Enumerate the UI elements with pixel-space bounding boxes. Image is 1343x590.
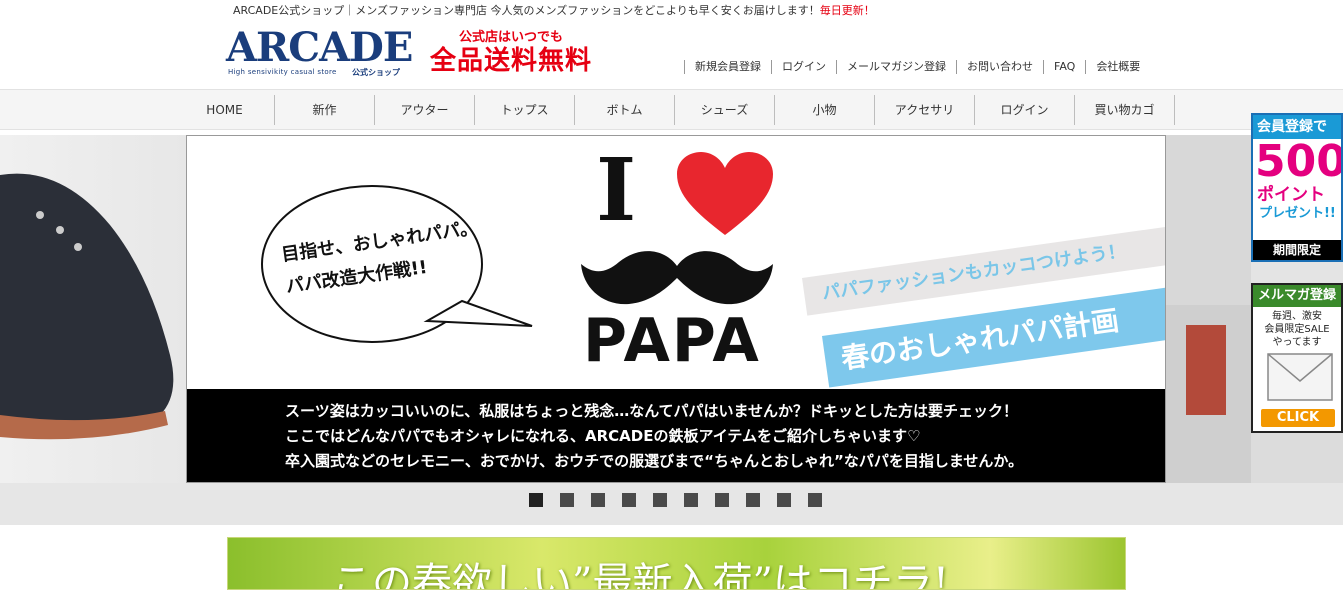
slider-dot[interactable] [622, 493, 636, 507]
newsletter-ad[interactable]: メルマガ登録 毎週、激安 会員限定SALE やってます CLICK [1251, 283, 1343, 433]
member-ad-points: 500 [1255, 136, 1343, 187]
banner-line1: スーツ姿はカッコいいのに、私服はちょっと残念…なんてパパはいませんか？ドキッとし… [285, 402, 1019, 420]
nav-accessories[interactable]: アクセサリ [875, 95, 975, 125]
nav-goods[interactable]: 小物 [775, 95, 875, 125]
slider-dot[interactable] [684, 493, 698, 507]
member-signup-ad[interactable]: 会員登録で 500 ポイント プレゼント!! 期間限定 [1251, 113, 1343, 262]
newsletter-ad-line1: 毎週、激安 [1272, 311, 1322, 322]
newsletter-ad-text: 毎週、激安 会員限定SALE やってます [1253, 307, 1341, 349]
tagline-update: 毎日更新！ [819, 4, 875, 17]
banner-line2: ここではどんなパパでもオシャレになれる、ARCADEの鉄板アイテムをご紹介しちゃ… [285, 427, 921, 445]
main-nav: HOME 新作 アウター トップス ボトム シューズ 小物 アクセサリ ログイン… [0, 89, 1343, 130]
link-login[interactable]: ログイン [771, 60, 836, 74]
slider-dot[interactable] [591, 493, 605, 507]
envelope-icon [1267, 353, 1333, 401]
slider-dot[interactable] [746, 493, 760, 507]
papa-text: PAPA [583, 306, 761, 376]
page: ARCADE公式ショップ｜メンズファッション専門店 今人気のメンズファッションを… [0, 0, 1343, 590]
logo-wordmark: ARCADE [226, 24, 413, 71]
shoe-image [0, 173, 174, 440]
nav-login[interactable]: ログイン [975, 95, 1075, 125]
slider-dot[interactable] [808, 493, 822, 507]
site-tagline: ARCADE公式ショップ｜メンズファッション専門店 今人気のメンズファッションを… [233, 2, 875, 18]
logo-subtitle: High sensivikity casual store [228, 68, 337, 76]
member-ad-limited: 期間限定 [1253, 240, 1341, 260]
prev-slide-preview[interactable] [0, 135, 186, 483]
free-shipping-line1: 公式店はいつでも [458, 30, 563, 45]
banner-description: スーツ姿はカッコいいのに、私服はちょっと残念…なんてパパはいませんか？ドキッとし… [187, 389, 1165, 482]
slider-dot[interactable] [560, 493, 574, 507]
nav-shoes[interactable]: シューズ [675, 95, 775, 125]
tagline-text: ARCADE公式ショップ｜メンズファッション専門店 今人気のメンズファッションを… [233, 4, 820, 17]
newsletter-ad-line2: 会員限定SALE [1264, 324, 1330, 335]
main-banner[interactable]: 目指せ、おしゃれパパ。 パパ改造大作戦!! I PAPA パパファッションもカッ… [186, 135, 1166, 483]
heart-icon [677, 152, 773, 235]
new-arrivals-text: この春欲しい”最新入荷”はコチラ! [332, 560, 949, 590]
nav-new[interactable]: 新作 [275, 95, 375, 125]
banner-line3: 卒入園式などのセレモニー、おでかけ、おウチでの服選びまで“ちゃんとおしゃれ”なパ… [285, 452, 1024, 470]
nav-bottoms[interactable]: ボトム [575, 95, 675, 125]
ilove-letter: I [596, 140, 637, 241]
link-faq[interactable]: FAQ [1043, 60, 1085, 74]
logo-shop-label: 公式ショップ [352, 68, 400, 77]
slider-pagination [0, 483, 1343, 525]
member-ad-present: プレゼント!! [1259, 206, 1336, 221]
free-shipping-line2: 全品送料無料 [429, 46, 592, 76]
newsletter-ad-head: メルマガ登録 [1253, 285, 1341, 307]
mustache-icon [581, 251, 773, 305]
newsletter-click-button[interactable]: CLICK [1261, 409, 1335, 427]
newsletter-ad-line3: やってます [1272, 337, 1322, 348]
link-company[interactable]: 会社概要 [1085, 60, 1150, 74]
nav-tops[interactable]: トップス [475, 95, 575, 125]
member-ad-point-label: ポイント [1257, 185, 1325, 205]
link-newsletter[interactable]: メールマガジン登録 [836, 60, 956, 74]
slider-dot[interactable] [715, 493, 729, 507]
slider-dot[interactable] [653, 493, 667, 507]
link-register[interactable]: 新規会員登録 [684, 60, 771, 74]
site-logo[interactable]: ARCADE High sensivikity casual store 公式シ… [226, 26, 413, 80]
link-contact[interactable]: お問い合わせ [956, 60, 1043, 74]
header-links: 新規会員登録 ログイン メールマガジン登録 お問い合わせ FAQ 会社概要 [684, 60, 1150, 74]
nav-cart[interactable]: 買い物カゴ [1075, 95, 1175, 125]
nav-home[interactable]: HOME [175, 95, 275, 125]
slider-dot[interactable] [529, 493, 543, 507]
nav-outer[interactable]: アウター [375, 95, 475, 125]
slider-dot[interactable] [777, 493, 791, 507]
free-shipping-badge: 公式店はいつでも 全品送料無料 [422, 30, 600, 76]
hero-slider: 目指せ、おしゃれパパ。 パパ改造大作戦!! I PAPA パパファッションもカッ… [0, 135, 1343, 483]
new-arrivals-banner[interactable]: この春欲しい”最新入荷”はコチラ! [227, 537, 1126, 590]
